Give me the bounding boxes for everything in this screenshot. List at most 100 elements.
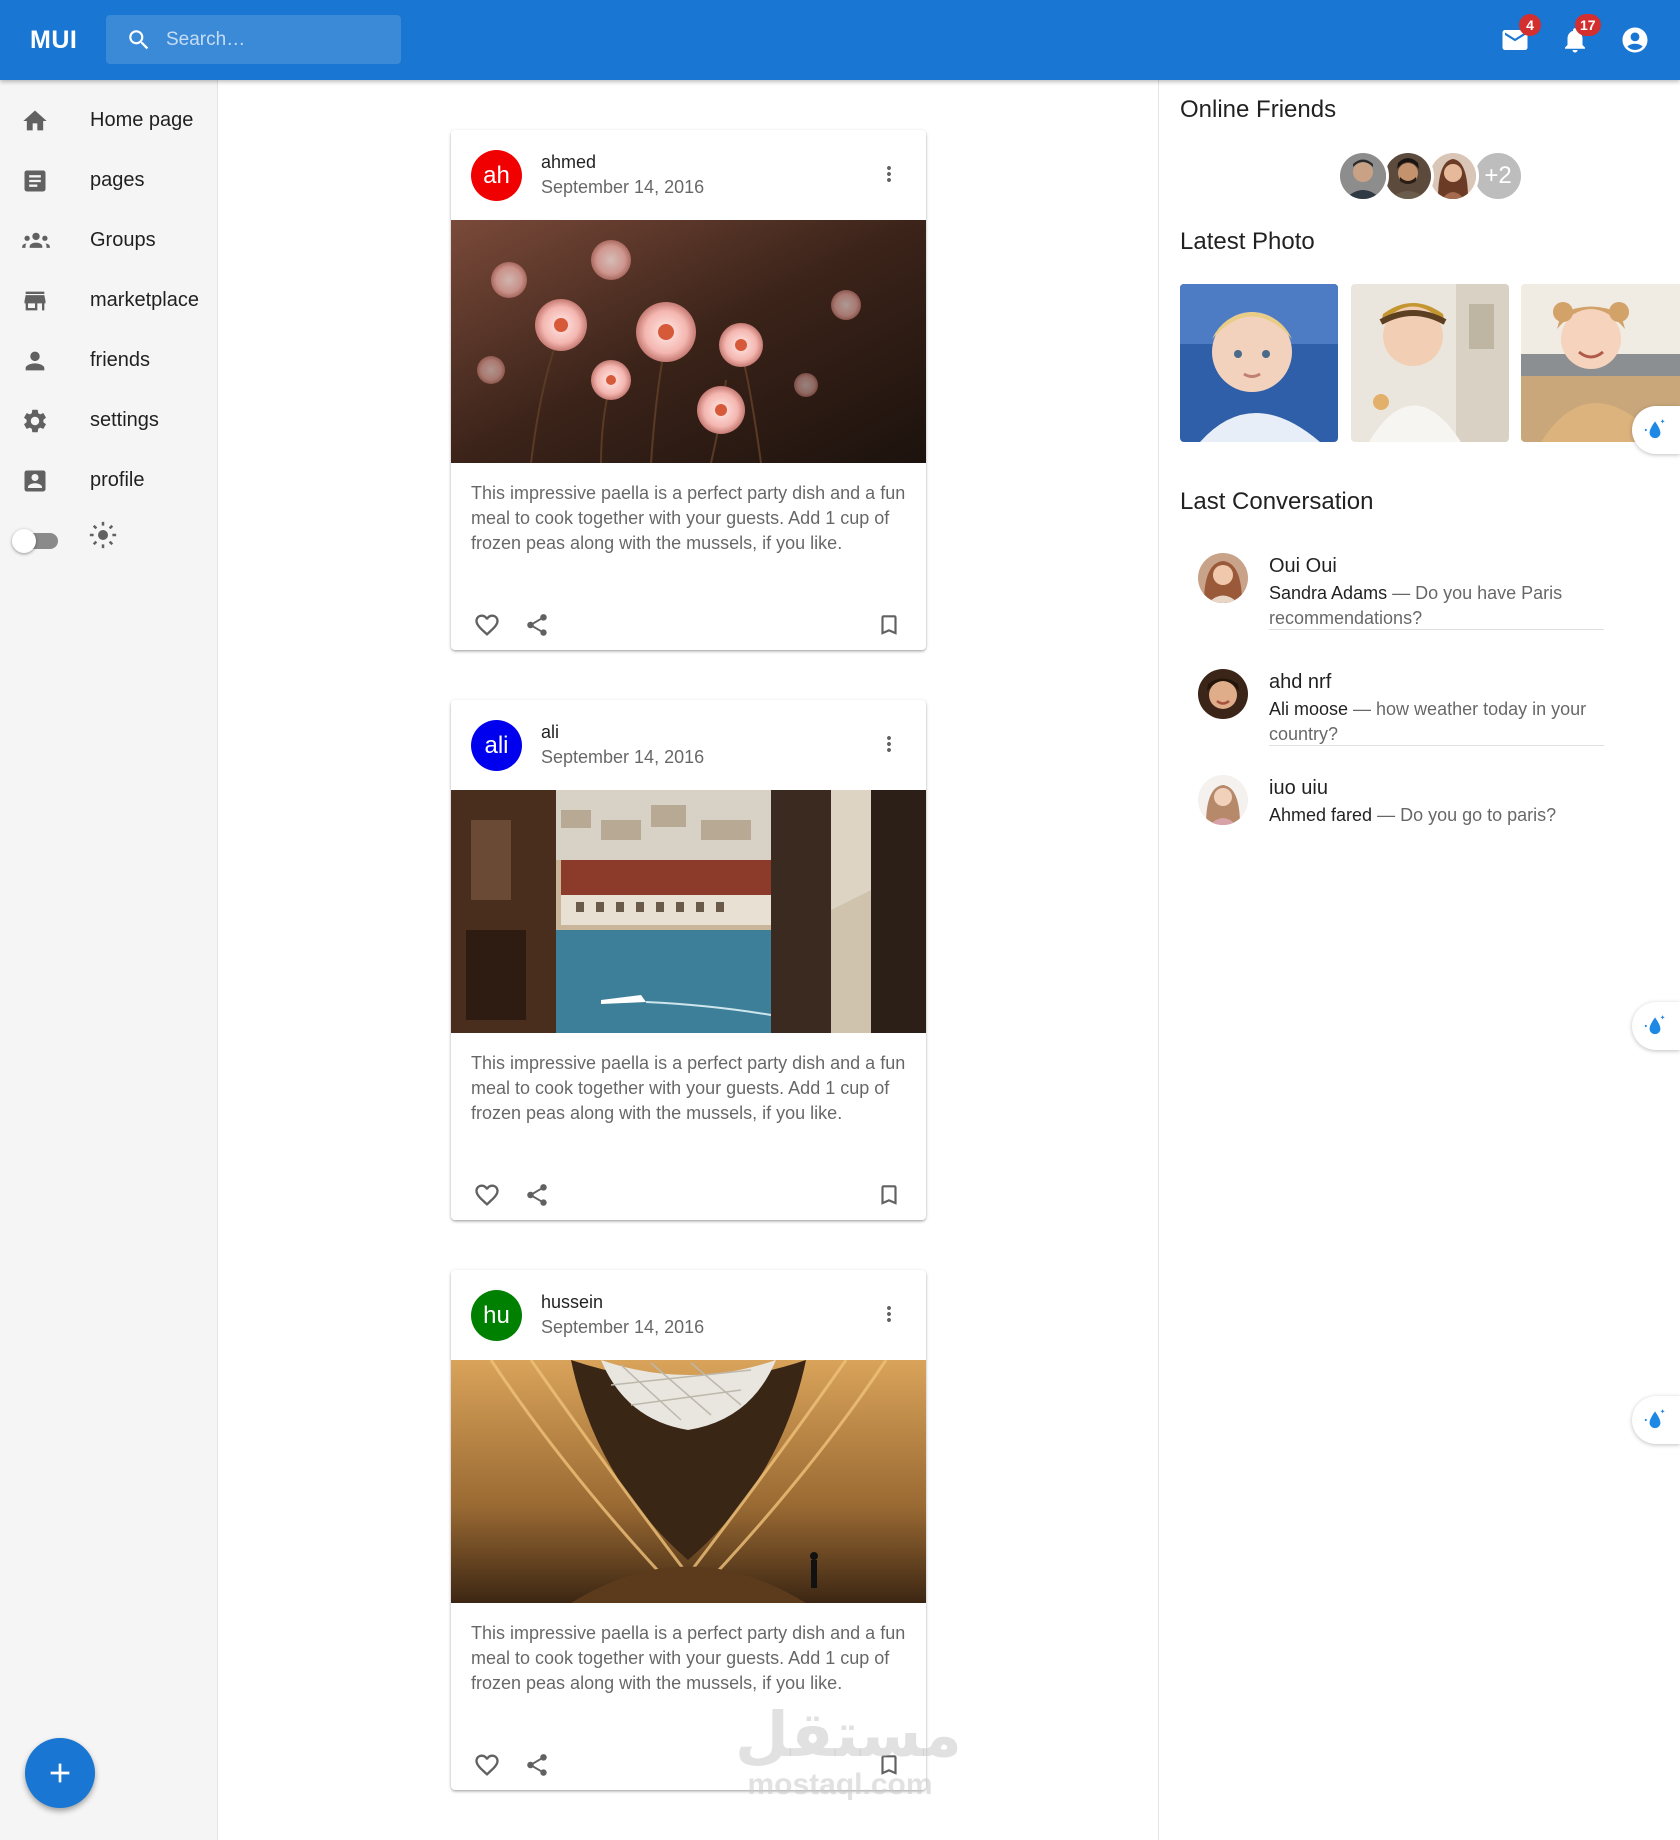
online-friends-title: Online Friends [1180,96,1337,123]
article-icon [21,167,49,195]
more-vert-icon [877,732,901,756]
app-logo[interactable]: MUI [30,26,77,55]
heart-icon [473,611,501,639]
bookmark-button[interactable] [871,607,907,643]
avatar [1198,553,1248,603]
sidebar-item-friends[interactable]: friends [0,331,218,389]
conversation-list: Oui Oui Sandra Adams — Do you have Paris… [1179,524,1604,866]
sidebar-item-pages[interactable]: pages [0,151,218,209]
post-author: ahmed [541,152,597,172]
right-panel: Online Friends +2 Latest Photo Last Conv… [1158,80,1680,1840]
sidebar: Home page pages Groups marketplace frien… [0,80,218,1840]
post-image [451,1360,926,1603]
avatar[interactable] [1427,150,1479,202]
account-box-icon [21,467,49,495]
avatar[interactable]: hu [471,1290,522,1341]
search-input[interactable] [166,15,391,64]
like-button[interactable] [469,607,505,643]
more-options-button[interactable] [871,156,907,192]
extension-side-tab[interactable] [1632,1002,1680,1050]
mail-button[interactable]: 4 [1497,14,1541,58]
add-icon [44,1757,76,1789]
latest-photo[interactable] [1351,284,1509,442]
settings-icon [21,407,49,435]
avatar[interactable] [1382,150,1434,202]
post-body: This impressive paella is a perfect part… [471,1623,906,1693]
conversation-sender: Ahmed fared [1269,805,1373,825]
post-body: This impressive paella is a perfect part… [471,1053,906,1123]
latest-photo-title: Latest Photo [1180,228,1315,255]
notifications-badge: 17 [1575,14,1601,36]
more-vert-icon [877,162,901,186]
bookmark-icon [876,1182,902,1208]
like-button[interactable] [469,1747,505,1783]
conversation-title: iuo uiu [1269,777,1328,799]
light-mode-icon [88,520,118,550]
divider [1269,629,1604,630]
add-post-fab[interactable] [25,1738,95,1808]
post-body: This impressive paella is a perfect part… [471,483,906,553]
bookmark-button[interactable] [871,1177,907,1213]
share-icon [524,1182,550,1208]
conversation-preview: Ahmed fared — Do you go to paris? [1269,803,1589,828]
latest-photo[interactable] [1180,284,1338,442]
account-button[interactable] [1617,22,1653,58]
home-icon [21,107,49,135]
sidebar-item-label: Home page [90,109,194,131]
like-button[interactable] [469,1177,505,1213]
share-button[interactable] [519,607,555,643]
sidebar-item-profile[interactable]: profile [0,451,218,509]
post-card: ali ali September 14, 2016 This impressi… [451,700,926,1220]
groups-icon [21,227,50,255]
app-bar: MUI 4 17 [0,0,1680,80]
post-card: ah ahmed September 14, 2016 This impress… [451,130,926,650]
extension-side-tab[interactable] [1632,1396,1680,1444]
avatar-group-more[interactable]: +2 [1472,150,1524,202]
sidebar-item-label: friends [90,349,151,371]
search-icon [126,27,152,53]
share-button[interactable] [519,1177,555,1213]
sidebar-item-marketplace[interactable]: marketplace [0,271,218,329]
more-vert-icon [877,1302,901,1326]
switch-thumb[interactable] [12,529,36,553]
sidebar-item-label: profile [90,469,145,491]
avatar [1198,775,1248,825]
avatar [1198,669,1248,719]
bookmark-icon [876,612,902,638]
post-image [451,790,926,1033]
conversation-sender: Sandra Adams [1269,583,1388,603]
sidebar-item-home[interactable]: Home page [0,91,218,149]
sidebar-item-groups[interactable]: Groups [0,211,218,269]
heart-icon [473,1181,501,1209]
water-drop-icon [1642,1407,1668,1433]
sidebar-item-settings[interactable]: settings [0,391,218,449]
search-box[interactable] [106,15,401,64]
sidebar-item-label: settings [90,409,159,431]
sidebar-item-label: marketplace [90,289,199,311]
more-options-button[interactable] [871,726,907,762]
conversation-title: ahd nrf [1269,671,1332,693]
water-drop-icon [1642,1013,1668,1039]
post-date: September 14, 2016 [541,177,705,197]
heart-icon [473,1751,501,1779]
share-icon [524,1752,550,1778]
extension-side-tab[interactable] [1632,406,1680,454]
sidebar-item-label: pages [90,169,145,191]
person-icon [21,347,49,375]
divider [1269,745,1604,746]
avatar[interactable]: ali [471,720,522,771]
conversation-sender: Ali moose [1269,699,1349,719]
conversation-title: Oui Oui [1269,555,1337,577]
storefront-icon [21,287,49,315]
conversation-preview: Ali moose — how weather today in your co… [1269,697,1589,747]
avatar[interactable] [1337,150,1389,202]
post-date: September 14, 2016 [541,747,705,767]
dark-mode-switch[interactable] [12,526,60,554]
more-options-button[interactable] [871,1296,907,1332]
notifications-button[interactable]: 17 [1557,14,1601,58]
watermark-latin: mostaql.com [747,1768,933,1801]
share-button[interactable] [519,1747,555,1783]
conversation-message: — Do you go to paris? [1372,805,1557,825]
avatar[interactable]: ah [471,150,522,201]
post-author: ali [541,722,560,742]
